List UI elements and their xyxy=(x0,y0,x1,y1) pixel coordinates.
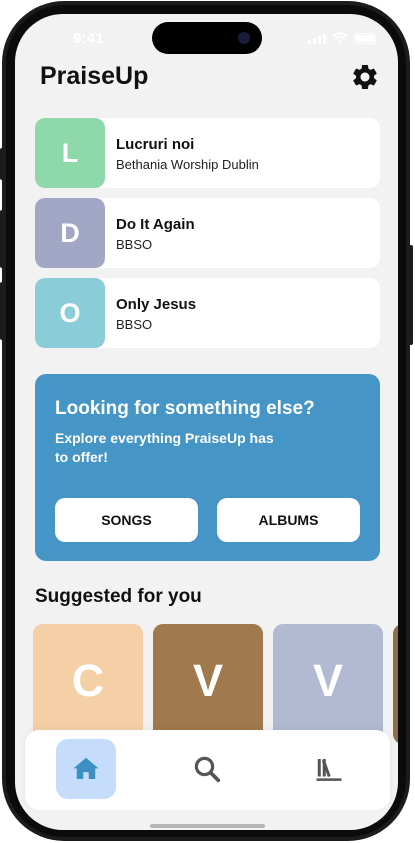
settings-button[interactable] xyxy=(350,62,380,92)
songs-button[interactable]: SONGS xyxy=(55,498,198,542)
tab-search[interactable] xyxy=(177,739,237,799)
wifi-icon xyxy=(332,32,348,44)
song-artist: BBSO xyxy=(116,317,153,332)
albums-button[interactable]: ALBUMS xyxy=(217,498,360,542)
page-title: PraiseUp xyxy=(40,62,149,90)
camera-icon xyxy=(238,32,250,44)
signal-icon xyxy=(308,34,326,44)
explore-title: Looking for something else? xyxy=(55,398,315,419)
side-button-volume-up xyxy=(0,210,4,268)
tab-library[interactable] xyxy=(299,739,359,799)
gear-icon xyxy=(353,65,377,89)
home-icon xyxy=(73,757,99,779)
recent-song-item[interactable]: L Lucruri noi Bethania Worship Dublin xyxy=(35,118,380,188)
suggested-carousel: C V V xyxy=(33,624,398,744)
status-icons xyxy=(308,32,376,44)
side-button-power xyxy=(409,245,413,345)
dynamic-island xyxy=(152,22,262,54)
tab-home[interactable] xyxy=(56,739,116,799)
song-title: Do It Again xyxy=(116,216,195,233)
suggested-card[interactable] xyxy=(393,624,398,744)
status-time: 9:41 xyxy=(73,30,104,47)
side-button-action xyxy=(0,148,4,180)
suggested-card[interactable]: V xyxy=(153,624,263,744)
recent-song-item[interactable]: O Only Jesus BBSO xyxy=(35,278,380,348)
suggested-title: Suggested for you xyxy=(35,586,202,607)
song-artist: Bethania Worship Dublin xyxy=(116,157,259,172)
recent-songs-list: L Lucruri noi Bethania Worship Dublin D … xyxy=(35,118,380,358)
explore-card: Looking for something else? Explore ever… xyxy=(35,374,380,561)
song-title: Only Jesus xyxy=(116,296,197,313)
search-icon xyxy=(194,756,221,783)
suggested-card[interactable]: V xyxy=(273,624,383,744)
home-indicator[interactable] xyxy=(150,824,265,828)
recent-song-item[interactable]: D Do It Again BBSO xyxy=(35,198,380,268)
status-bar: 9:41 xyxy=(15,14,398,60)
tab-bar xyxy=(25,730,390,810)
song-thumbnail: L xyxy=(35,118,105,188)
app-screen: 9:41 PraiseUp L Lucruri noi Bethania Wor… xyxy=(15,14,398,830)
song-title: Lucruri noi xyxy=(116,136,195,153)
song-artist: BBSO xyxy=(116,237,153,252)
battery-icon xyxy=(354,33,376,44)
song-thumbnail: D xyxy=(35,198,105,268)
side-button-volume-down xyxy=(0,282,4,340)
song-thumbnail: O xyxy=(35,278,105,348)
explore-subtitle: Explore everything PraiseUp has to offer… xyxy=(55,430,274,465)
library-icon xyxy=(316,759,342,781)
suggested-card[interactable]: C xyxy=(33,624,143,744)
